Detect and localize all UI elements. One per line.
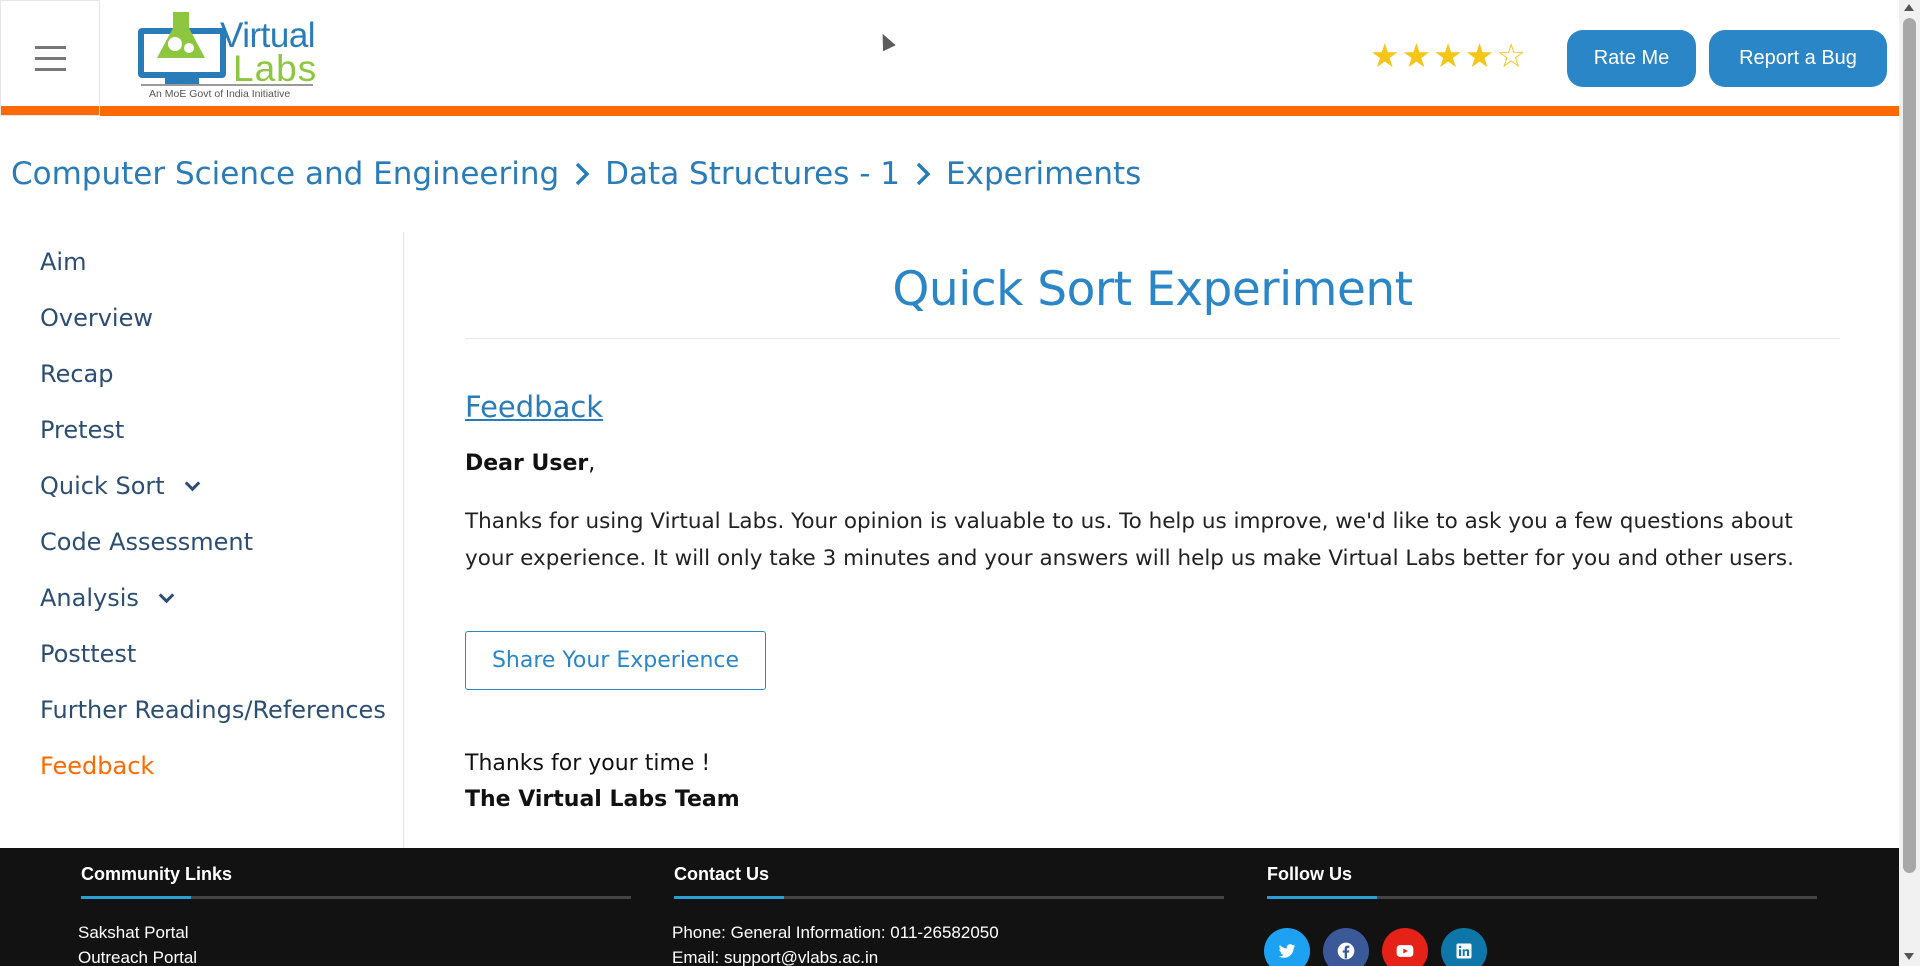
sidebar-item-label: Further Readings/References [40, 696, 386, 724]
sidebar-item-recap[interactable]: Recap [40, 360, 114, 388]
sidebar-item-label: Analysis [40, 584, 139, 612]
sidebar-item-aim[interactable]: Aim [40, 248, 86, 276]
greeting: Dear User, [465, 451, 595, 476]
footer-heading-community: Community Links [81, 864, 233, 884]
virtual-labs-logo[interactable]: Virtual Labs An MoE Govt of India Initia… [135, 8, 316, 104]
sidebar-item-label: Feedback [40, 752, 155, 780]
sidebar-item-label: Posttest [40, 640, 137, 668]
feedback-intro-text: Thanks for using Virtual Labs. Your opin… [465, 509, 1794, 571]
star-rating[interactable]: ★ ★ ★ ★ ☆ [1370, 38, 1526, 74]
sidebar-item-quick-sort[interactable]: Quick Sort [40, 472, 200, 500]
thanks-text: Thanks for your time ! [465, 751, 711, 776]
greeting-name: Dear User [465, 451, 589, 476]
footer-rule [674, 896, 1224, 899]
chevron-right-icon [916, 162, 931, 186]
twitter-icon [1278, 944, 1296, 958]
sidebar-item-feedback[interactable]: Feedback [40, 752, 154, 780]
top-header: Virtual Labs An MoE Govt of India Initia… [0, 0, 1899, 116]
report-bug-button[interactable]: Report a Bug [1709, 30, 1887, 87]
sidebar-item-label: Overview [40, 304, 153, 332]
youtube-button[interactable] [1382, 928, 1428, 966]
scrollbar-thumb[interactable] [1903, 18, 1916, 873]
scroll-up-arrow-icon[interactable] [1904, 4, 1914, 11]
hamburger-icon [34, 42, 66, 75]
linkedin-icon [1456, 943, 1472, 959]
star-filled-icon[interactable]: ★ [1465, 38, 1495, 74]
sidebar-item-further-readings[interactable]: Further Readings/References [40, 696, 386, 724]
footer-link-outreach[interactable]: Outreach Portal [78, 948, 197, 966]
breadcrumb-item-department[interactable]: Computer Science and Engineering [11, 156, 559, 192]
page-title: Quick Sort Experiment [892, 262, 1413, 317]
sidebar-item-code-assessment[interactable]: Code Assessment [40, 528, 253, 556]
footer-rule [1267, 896, 1817, 899]
breadcrumb: Computer Science and Engineering Data St… [11, 156, 1141, 192]
hamburger-menu-button[interactable] [0, 0, 100, 116]
chevron-down-icon[interactable] [184, 475, 200, 491]
sidebar-item-pretest[interactable]: Pretest [40, 416, 124, 444]
star-empty-icon[interactable]: ☆ [1496, 38, 1526, 74]
sidebar-item-overview[interactable]: Overview [40, 304, 153, 332]
footer-rule [81, 896, 631, 899]
footer-link-sakshat[interactable]: Sakshat Portal [78, 923, 189, 943]
signature-text: The Virtual Labs Team [465, 787, 740, 812]
footer-email-link[interactable]: Email: support@vlabs.ac.in [672, 948, 878, 966]
footer-rule-accent [674, 896, 784, 899]
sidebar-item-label: Aim [40, 248, 87, 276]
greeting-punctuation: , [588, 451, 596, 476]
twitter-button[interactable] [1264, 928, 1310, 966]
footer-heading-contact: Contact Us [674, 864, 770, 884]
breadcrumb-item-lab[interactable]: Data Structures - 1 [605, 156, 900, 192]
sidebar-item-label: Recap [40, 360, 114, 388]
logo-divider [141, 84, 313, 86]
sidebar-item-label: Pretest [40, 416, 125, 444]
logo-tagline: An MoE Govt of India Initiative [149, 88, 291, 100]
breadcrumb-item-experiments[interactable]: Experiments [946, 156, 1141, 192]
footer-rule-accent [1267, 896, 1377, 899]
facebook-icon [1337, 942, 1355, 960]
rate-me-button[interactable]: Rate Me [1567, 30, 1696, 87]
star-filled-icon[interactable]: ★ [1370, 38, 1400, 74]
sidebar-item-label: Quick Sort [40, 472, 165, 500]
mouse-cursor-icon [876, 30, 896, 52]
page-scrollbar[interactable] [1899, 0, 1920, 966]
footer-phone: Phone: General Information: 011-26582050 [672, 923, 999, 942]
linkedin-button[interactable] [1441, 928, 1487, 966]
facebook-button[interactable] [1323, 928, 1369, 966]
sidebar-item-analysis[interactable]: Analysis [40, 584, 175, 612]
chevron-down-icon[interactable] [158, 587, 175, 603]
site-footer: Community Links Sakshat Portal Outreach … [0, 848, 1899, 966]
star-filled-icon[interactable]: ★ [1433, 38, 1463, 74]
star-filled-icon[interactable]: ★ [1402, 38, 1432, 74]
sidebar-item-posttest[interactable]: Posttest [40, 640, 136, 668]
sidebar-item-label: Code Assessment [40, 528, 254, 556]
share-experience-button[interactable]: Share Your Experience [465, 631, 766, 690]
title-divider [465, 338, 1840, 339]
footer-rule-accent [81, 896, 191, 899]
feedback-heading-link[interactable]: Feedback [465, 390, 603, 424]
youtube-icon [1396, 945, 1414, 957]
chevron-right-icon [575, 162, 590, 186]
sidebar-nav: Aim Overview Recap Pretest Quick Sort Co… [0, 232, 404, 848]
footer-heading-follow: Follow Us [1267, 864, 1352, 884]
scroll-down-arrow-icon[interactable] [1904, 953, 1914, 960]
